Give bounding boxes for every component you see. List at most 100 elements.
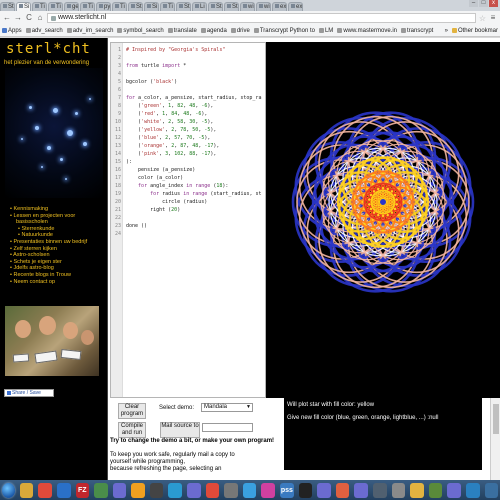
other-bookmarks-folder[interactable]: Other bookmar bbox=[451, 28, 498, 34]
site-menu-item[interactable]: Neem contact op bbox=[10, 279, 87, 286]
browser-tab[interactable]: Ti bbox=[160, 2, 175, 11]
browser-tab[interactable]: wi bbox=[256, 2, 271, 11]
site-menu-item[interactable]: Recente blogs in Trouw bbox=[10, 272, 87, 279]
code-line: 1 # Inspired by "Georgia's Spirals" bbox=[111, 46, 265, 54]
forward-arrow-icon[interactable]: → bbox=[14, 14, 22, 22]
site-menu-item[interactable]: Jdelfs astro-blog bbox=[10, 265, 87, 272]
line-number: 13 bbox=[114, 143, 121, 149]
tasks-icon[interactable] bbox=[373, 482, 387, 498]
browser-tab[interactable]: Ti bbox=[112, 2, 127, 11]
site-logo[interactable]: sterl*cht bbox=[6, 41, 91, 57]
paint-icon[interactable] bbox=[335, 482, 350, 498]
site-menu-item[interactable]: Kennismaking bbox=[10, 206, 87, 213]
browser-tab[interactable]: ex bbox=[272, 2, 287, 11]
reload-icon[interactable]: C bbox=[25, 14, 33, 22]
python-icon[interactable] bbox=[484, 482, 499, 498]
bookmarks-overflow-button[interactable]: » bbox=[445, 28, 448, 34]
fax-icon[interactable] bbox=[391, 482, 406, 498]
address-bar[interactable]: www.sterlicht.nl bbox=[47, 13, 476, 23]
app-icon[interactable] bbox=[112, 482, 127, 498]
mail-to-input[interactable] bbox=[202, 423, 253, 432]
browser-tab[interactable]: Li bbox=[192, 2, 207, 11]
bookmark-item[interactable]: www.mastermove.in bbox=[337, 28, 397, 34]
back-arrow-icon[interactable]: ← bbox=[3, 14, 11, 22]
browser-tab[interactable]: Ti bbox=[80, 2, 95, 11]
page-scrollbar[interactable] bbox=[490, 398, 500, 480]
close-window-button[interactable]: x bbox=[489, 0, 498, 7]
browser-tab[interactable]: St bbox=[0, 2, 15, 11]
bookmark-item[interactable]: transcrypt bbox=[401, 28, 433, 34]
bookmark-item[interactable]: Transcrypt Python to bbox=[253, 28, 315, 34]
browser-tab[interactable]: Ti bbox=[48, 2, 63, 11]
bookmark-item[interactable]: translate bbox=[167, 28, 197, 34]
browser-tab[interactable]: py bbox=[96, 2, 111, 11]
code-editor[interactable]: 1 # Inspired by "Georgia's Spirals" 2 3 from… bbox=[110, 42, 266, 398]
site-menu-item[interactable]: Schets je eigen ster bbox=[10, 259, 87, 266]
video-icon[interactable] bbox=[149, 482, 164, 498]
browser-tab[interactable]: ex bbox=[288, 2, 303, 11]
chrome-icon[interactable] bbox=[38, 482, 52, 498]
browser-tab[interactable]: Si bbox=[16, 2, 31, 11]
windows-start-icon[interactable] bbox=[2, 482, 15, 498]
app-icon[interactable] bbox=[354, 482, 369, 498]
site-menu-item[interactable]: Lessen en projecten voor bbox=[10, 213, 87, 220]
bookmark-item[interactable]: symbol_search bbox=[117, 28, 164, 34]
program-console[interactable]: Will plot star with fill color: yellow G… bbox=[284, 398, 482, 470]
site-menu-item[interactable]: Zelf sterren kijken bbox=[10, 246, 87, 253]
chrome-icon[interactable] bbox=[205, 482, 220, 498]
browser-tab[interactable]: Ti bbox=[32, 2, 47, 11]
demo-select[interactable]: Mandala ▼ bbox=[201, 403, 253, 412]
browser-tab[interactable]: wi bbox=[240, 2, 255, 11]
clear-program-button[interactable]: Clear program bbox=[118, 403, 146, 419]
site-menu-item[interactable]: Presentaties binnen uw bedrijf bbox=[10, 239, 87, 246]
slides-icon[interactable] bbox=[131, 482, 145, 498]
app-icon[interactable] bbox=[187, 482, 201, 498]
maximize-button[interactable]: □ bbox=[479, 0, 488, 7]
line-number: 24 bbox=[114, 231, 121, 237]
tab-favicon-icon bbox=[211, 4, 215, 9]
compile-run-button[interactable]: Compile and run bbox=[118, 422, 146, 438]
notepad-icon[interactable] bbox=[94, 482, 108, 498]
kaleidoscope-icon[interactable] bbox=[261, 482, 276, 498]
home-icon[interactable]: ⌂ bbox=[36, 14, 44, 22]
bookmark-star-icon[interactable]: ☆ bbox=[479, 14, 486, 23]
share-save-button[interactable]: Share / Save bbox=[4, 389, 54, 397]
globe-icon[interactable] bbox=[465, 482, 480, 498]
bookmark-item[interactable]: adv_im_search bbox=[66, 28, 113, 34]
search-icon[interactable] bbox=[224, 482, 238, 498]
browser-tab[interactable]: St bbox=[128, 2, 143, 11]
browser-tab[interactable]: Si bbox=[144, 2, 159, 11]
browser-tab[interactable]: St bbox=[224, 2, 239, 11]
media-icon[interactable] bbox=[168, 482, 183, 498]
browser-tab[interactable]: ge bbox=[64, 2, 79, 11]
minimize-button[interactable]: – bbox=[469, 0, 478, 7]
outlook-icon[interactable] bbox=[56, 482, 71, 498]
scrollbar-thumb[interactable] bbox=[493, 404, 499, 434]
folder-icon[interactable] bbox=[410, 482, 424, 498]
terminal-icon[interactable] bbox=[298, 482, 313, 498]
apps-bookmark[interactable]: Apps bbox=[2, 28, 22, 34]
pss-icon[interactable]: pss bbox=[280, 482, 294, 498]
filezilla-icon[interactable]: FZ bbox=[75, 482, 90, 498]
explorer-icon[interactable] bbox=[19, 482, 34, 498]
site-menu-item[interactable]: Sterrenkunde bbox=[10, 226, 87, 233]
browser-tab[interactable]: St bbox=[176, 2, 191, 11]
chrome-menu-icon[interactable]: ≡ bbox=[489, 14, 497, 22]
site-menu-item[interactable]: basisscholen bbox=[10, 219, 87, 226]
earth-icon[interactable] bbox=[242, 482, 257, 498]
browser-tab[interactable]: St bbox=[208, 2, 223, 11]
site-menu-item[interactable]: Astro-scholsen bbox=[10, 252, 87, 259]
turtle-graphics-canvas bbox=[266, 42, 500, 398]
app-icon[interactable] bbox=[317, 482, 331, 498]
code-token: range bbox=[195, 183, 211, 189]
mail-source-button[interactable]: Mail source to bbox=[160, 422, 200, 438]
site-menu-item[interactable]: Natuurkunde bbox=[10, 232, 87, 239]
bookmark-item[interactable]: LM bbox=[318, 28, 333, 34]
bookmark-item[interactable]: agenda bbox=[200, 28, 227, 34]
network-icon[interactable] bbox=[428, 482, 443, 498]
app-icon[interactable] bbox=[447, 482, 461, 498]
bookmark-item[interactable]: adv_search bbox=[25, 28, 63, 34]
bookmark-item[interactable]: drive bbox=[230, 28, 250, 34]
page-info-icon[interactable] bbox=[51, 15, 56, 21]
